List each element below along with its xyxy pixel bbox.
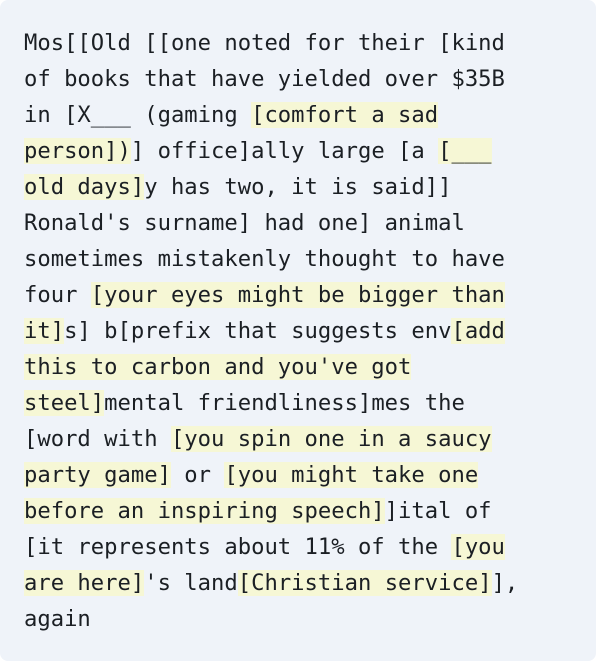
- text-line: of books that have yielded over $35B: [24, 61, 572, 97]
- puzzle-card: Mos[[Old [[one noted for their [kind of b…: [0, 0, 596, 661]
- text-line: sometimes mistakenly thought to have: [24, 241, 572, 277]
- text-segment: ] office]ally large [a: [130, 138, 439, 164]
- highlighted-clue: are here]: [24, 570, 145, 596]
- text-line: [it represents about 11% of the [you: [24, 529, 572, 565]
- puzzle-text: Mos[[Old [[one noted for their [kind of b…: [24, 25, 572, 637]
- text-line: Mos[[Old [[one noted for their [kind: [24, 25, 572, 61]
- text-segment: again: [24, 606, 91, 632]
- text-segment: y has two, it is said]]: [144, 174, 452, 200]
- text-line: old days]y has two, it is said]]: [24, 169, 572, 205]
- highlighted-clue: [you spin one in a saucy: [170, 426, 492, 452]
- highlighted-clue: [you might take one: [224, 462, 479, 488]
- highlighted-clue: it]: [24, 318, 65, 344]
- text-segment: [it represents about 11% of the: [24, 534, 452, 560]
- text-line: are here]'s land[Christian service]],: [24, 565, 572, 601]
- text-segment: or: [170, 462, 225, 488]
- text-segment: four: [24, 282, 91, 308]
- text-line: Ronald's surname] had one] animal: [24, 205, 572, 241]
- text-line: before an inspiring speech]]ital of: [24, 493, 572, 529]
- text-segment: in [X___ (gaming: [24, 102, 252, 128]
- text-line: in [X___ (gaming [comfort a sad: [24, 97, 572, 133]
- text-line: party game] or [you might take one: [24, 457, 572, 493]
- highlighted-clue: [___: [438, 138, 492, 164]
- highlighted-clue: steel]: [24, 390, 105, 416]
- highlighted-clue: this to carbon and you've got: [24, 354, 412, 380]
- text-segment: ],: [491, 570, 519, 596]
- highlighted-clue: [your eyes might be bigger than: [90, 282, 505, 308]
- text-line: it]s] b[prefix that suggests env[add: [24, 313, 572, 349]
- text-segment: [word with: [24, 426, 171, 452]
- text-line: [word with [you spin one in a saucy: [24, 421, 572, 457]
- text-segment: Ronald's surname] had one] animal: [24, 210, 465, 236]
- text-line: person])] office]ally large [a [___: [24, 133, 572, 169]
- highlighted-clue: [you: [451, 534, 505, 560]
- highlighted-clue: [comfort a sad: [251, 102, 439, 128]
- text-line: again: [24, 601, 572, 637]
- highlighted-clue: [Christian service]: [237, 570, 492, 596]
- highlighted-clue: old days]: [24, 174, 145, 200]
- text-line: four [your eyes might be bigger than: [24, 277, 572, 313]
- highlighted-clue: [add: [451, 318, 505, 344]
- text-segment: ]ital of: [384, 498, 492, 524]
- highlighted-clue: before an inspiring speech]: [24, 498, 385, 524]
- text-segment: 's land: [144, 570, 238, 596]
- text-segment: sometimes mistakenly thought to have: [24, 246, 505, 272]
- text-segment: s] b[prefix that suggests env: [64, 318, 452, 344]
- text-segment: of books that have yielded over $35B: [24, 66, 505, 92]
- highlighted-clue: party game]: [24, 462, 171, 488]
- highlighted-clue: person]): [24, 138, 131, 164]
- text-segment: Mos[[Old [[one noted for their [kind: [24, 30, 505, 56]
- text-line: this to carbon and you've got: [24, 349, 572, 385]
- text-segment: mental friendliness]mes the: [104, 390, 465, 416]
- text-line: steel]mental friendliness]mes the: [24, 385, 572, 421]
